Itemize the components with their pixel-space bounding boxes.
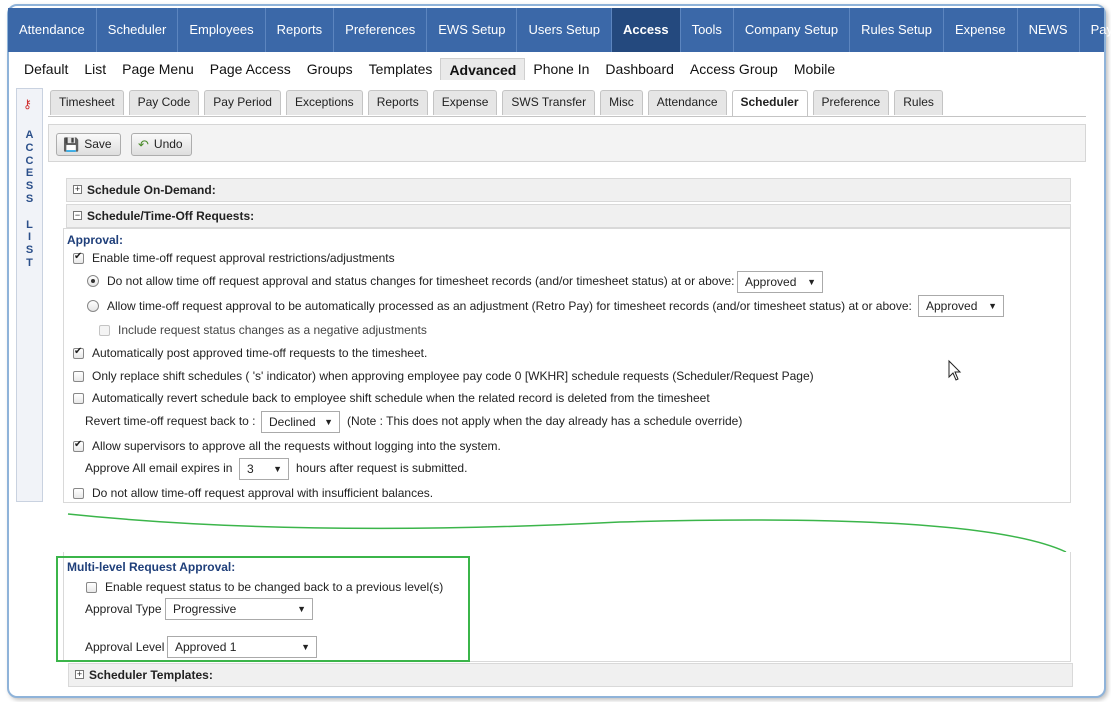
mouse-cursor xyxy=(948,359,962,381)
section-scheduler-templates[interactable]: + Scheduler Templates: xyxy=(68,663,1073,687)
section-title: Scheduler Templates: xyxy=(89,668,213,682)
expand-icon[interactable]: + xyxy=(75,670,84,679)
highlight-box xyxy=(56,556,470,662)
annotation-curve xyxy=(67,513,1067,553)
